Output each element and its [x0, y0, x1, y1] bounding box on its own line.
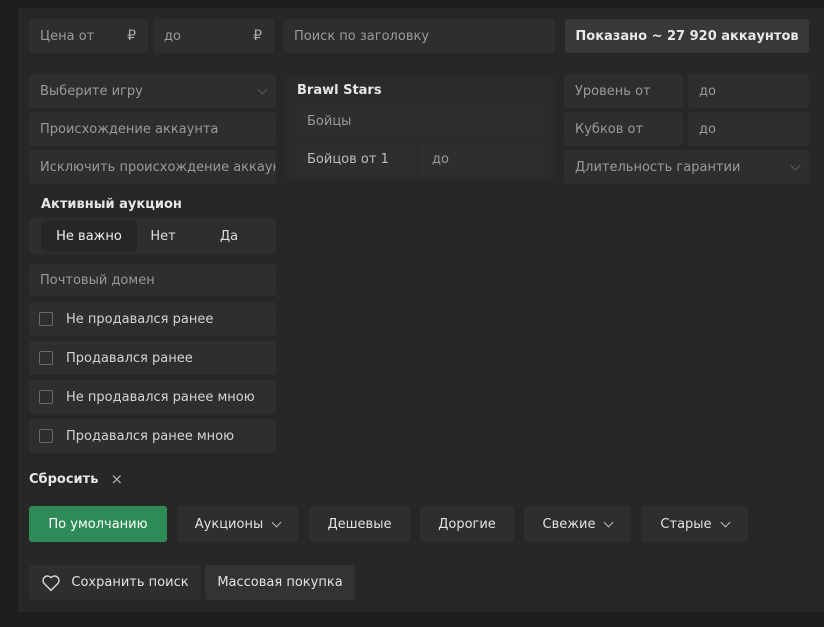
page-background — [0, 612, 824, 627]
reset-filters-button[interactable]: Сбросить × — [29, 470, 123, 488]
checkbox-sold-before[interactable]: Продавался ранее — [29, 341, 276, 375]
heart-icon — [42, 574, 61, 591]
title-search-placeholder: Поиск по заголовку — [294, 28, 430, 44]
save-search-label: Сохранить поиск — [71, 575, 189, 590]
sort-expensive-button[interactable]: Дорогие — [420, 506, 514, 542]
ruble-icon: ₽ — [127, 28, 136, 44]
sort-cheap-button[interactable]: Дешевые — [309, 506, 410, 542]
account-origin-select[interactable]: Происхождение аккаунта — [29, 112, 276, 146]
email-domain-placeholder: Почтовый домен — [40, 272, 155, 288]
price-to-placeholder: до — [164, 28, 181, 44]
checkbox-label: Не продавался ранее — [66, 311, 214, 327]
fighters-from-value: Бойцов от 1 — [307, 151, 389, 167]
fighters-to-placeholder: до — [432, 151, 449, 167]
warranty-duration-select[interactable]: Длительность гарантии — [564, 150, 809, 184]
sort-default-button[interactable]: По умолчанию — [29, 506, 167, 542]
warranty-duration-placeholder: Длительность гарантии — [575, 159, 741, 175]
game-select-placeholder: Выберите игру — [40, 83, 143, 99]
chevron-down-icon — [271, 517, 282, 527]
checkbox-icon[interactable] — [39, 351, 53, 365]
level-to-placeholder: до — [699, 83, 716, 99]
auction-option-no[interactable]: Нет — [139, 221, 187, 251]
auction-option-any[interactable]: Не важно — [41, 221, 137, 251]
price-to-field[interactable]: до ₽ — [153, 19, 274, 53]
cups-from-placeholder: Кубков от — [575, 121, 644, 137]
show-results-button[interactable]: Показано ~ 27 920 аккаунтов — [565, 19, 809, 53]
title-search-input[interactable]: Поиск по заголовку — [283, 19, 555, 53]
save-search-button[interactable]: Сохранить поиск — [29, 565, 201, 600]
cups-to-input[interactable]: до — [688, 112, 809, 146]
chevron-down-icon — [604, 517, 614, 527]
chevron-down-icon — [720, 517, 731, 527]
fighters-select[interactable]: Бойцы — [296, 105, 544, 137]
brawl-stars-heading: Brawl Stars — [297, 83, 382, 98]
sort-fresh-button[interactable]: Свежие — [524, 506, 631, 542]
fighters-from-input[interactable]: Бойцов от 1 — [296, 143, 416, 175]
sort-old-button[interactable]: Старые — [641, 506, 748, 542]
price-from-placeholder: Цена от — [40, 28, 95, 44]
fighters-to-input[interactable]: до — [421, 143, 544, 175]
account-origin-placeholder: Происхождение аккаунта — [40, 121, 219, 137]
sort-label: Дорогие — [438, 516, 496, 532]
level-from-input[interactable]: Уровень от — [564, 74, 683, 108]
reset-label: Сбросить — [29, 471, 99, 487]
bulk-buy-label: Массовая покупка — [217, 575, 343, 590]
ruble-icon: ₽ — [253, 28, 262, 44]
checkbox-icon[interactable] — [39, 312, 53, 326]
sort-label: Аукционы — [194, 516, 264, 532]
checkbox-icon[interactable] — [39, 390, 53, 404]
auction-option-yes[interactable]: Да — [205, 221, 253, 251]
level-to-input[interactable]: до — [688, 74, 809, 108]
game-select[interactable]: Выберите игру — [29, 74, 276, 108]
checkbox-sold-by-me[interactable]: Продавался ранее мною — [29, 419, 276, 453]
checkbox-label: Продавался ранее мною — [66, 428, 235, 444]
checkbox-label: Не продавался ранее мною — [66, 389, 255, 405]
chevron-down-icon — [790, 160, 801, 171]
results-count-label: Показано ~ 27 920 аккаунтов — [575, 28, 799, 44]
checkbox-icon[interactable] — [39, 429, 53, 443]
sort-label: По умолчанию — [48, 516, 148, 532]
cups-to-placeholder: до — [699, 121, 716, 137]
fighters-placeholder: Бойцы — [307, 113, 352, 129]
checkbox-never-sold-by-me[interactable]: Не продавался ранее мною — [29, 380, 276, 414]
sort-label: Дешевые — [327, 516, 392, 532]
active-auction-heading: Активный аукцион — [41, 197, 182, 212]
exclude-origin-select[interactable]: Исключить происхождение аккаунт — [29, 150, 276, 184]
close-icon: × — [110, 470, 124, 488]
level-from-placeholder: Уровень от — [575, 83, 651, 99]
checkbox-never-sold[interactable]: Не продавался ранее — [29, 302, 276, 336]
price-from-field[interactable]: Цена от ₽ — [29, 19, 148, 53]
chevron-down-icon — [257, 84, 268, 95]
checkbox-label: Продавался ранее — [66, 350, 193, 366]
sort-auctions-button[interactable]: Аукционы — [177, 506, 298, 542]
active-auction-toggle: Не важно Нет Да — [29, 218, 276, 254]
sort-label: Свежие — [542, 516, 596, 532]
email-domain-input[interactable]: Почтовый домен — [29, 264, 276, 296]
bulk-buy-button[interactable]: Массовая покупка — [205, 565, 355, 600]
exclude-origin-placeholder: Исключить происхождение аккаунт — [40, 159, 276, 175]
cups-from-input[interactable]: Кубков от — [564, 112, 683, 146]
sort-label: Старые — [660, 516, 712, 532]
